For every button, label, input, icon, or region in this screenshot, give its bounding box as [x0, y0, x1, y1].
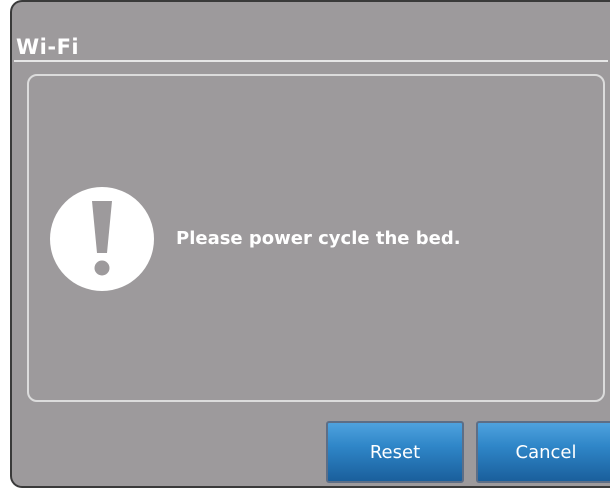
- cancel-button[interactable]: Cancel: [476, 421, 610, 483]
- message-panel: Please power cycle the bed.: [27, 74, 605, 402]
- title-divider: [14, 60, 608, 62]
- dialog-title: Wi-Fi: [16, 35, 80, 59]
- dialog-message: Please power cycle the bed.: [176, 228, 461, 249]
- exclamation-icon: [50, 187, 154, 291]
- wifi-dialog: Wi-Fi Please power cycle the bed. Reset …: [10, 0, 610, 488]
- reset-button[interactable]: Reset: [326, 421, 464, 483]
